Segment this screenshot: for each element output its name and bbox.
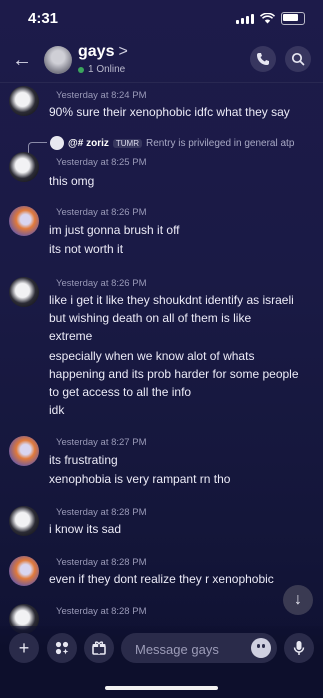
message-line: to get access to all the info <box>49 385 192 399</box>
message-line: its frustrating <box>49 453 118 467</box>
back-arrow-icon[interactable]: ← <box>10 48 34 72</box>
gift-button[interactable] <box>84 633 114 663</box>
message-timestamp: Yesterday at 8:25 PM <box>56 157 147 168</box>
plus-icon: + <box>18 637 30 658</box>
gift-icon <box>92 641 106 655</box>
status-bar: 4:31 <box>0 0 323 38</box>
message-line: like i get it like they shoukdnt identif… <box>49 293 294 307</box>
user-avatar[interactable] <box>9 506 39 536</box>
signal-icon <box>236 13 254 24</box>
message-timestamp: Yesterday at 8:28 PM <box>56 507 147 518</box>
message-timestamp: Yesterday at 8:28 PM <box>56 557 147 568</box>
message-line: idk <box>49 403 65 417</box>
status-icons <box>236 12 305 25</box>
apps-icon <box>55 641 69 655</box>
user-avatar[interactable] <box>9 556 39 586</box>
chat-header: ← gays > 1 Online <box>0 38 323 82</box>
message-timestamp: Yesterday at 8:26 PM <box>56 278 147 289</box>
channel-name: gays <box>78 43 115 60</box>
user-avatar[interactable] <box>9 277 39 307</box>
reply-reference[interactable]: @# zoriz TUMR Rentry is privileged in ge… <box>34 134 323 152</box>
message-line: xenophobia is very rampant rn tho <box>49 472 231 486</box>
scroll-to-bottom-button[interactable]: ↓ <box>283 585 313 615</box>
message-timestamp: Yesterday at 8:26 PM <box>56 207 147 218</box>
message-line: happening and its prob harder for some p… <box>49 367 299 381</box>
online-status: 1 Online <box>78 64 125 75</box>
message-line: 90% sure their xenophobic idfc what they… <box>49 105 290 119</box>
arrow-down-icon: ↓ <box>294 591 302 608</box>
search-button[interactable] <box>285 46 311 72</box>
message-line: especially when we know alot of whats <box>49 349 255 363</box>
message-timestamp: Yesterday at 8:24 PM <box>56 90 147 101</box>
user-avatar[interactable] <box>9 86 39 116</box>
message-line: even if they dont realize they r xenopho… <box>49 572 274 586</box>
call-button[interactable] <box>250 46 276 72</box>
group-avatar[interactable] <box>44 46 72 74</box>
reply-text: Rentry is privileged in general atp <box>145 137 295 149</box>
reply-tag: TUMR <box>112 138 142 148</box>
message-line: im just gonna brush it off <box>49 223 180 237</box>
online-count: 1 Online <box>88 64 126 75</box>
battery-icon <box>281 12 305 25</box>
message-line: i know its sad <box>49 522 122 536</box>
message-line: this omg <box>49 174 95 188</box>
message-line: extreme <box>49 329 93 343</box>
voice-message-button[interactable] <box>284 633 314 663</box>
wifi-icon <box>260 13 275 24</box>
reply-author: @# zoriz <box>68 137 109 149</box>
message-line: but wishing death on all of them is like <box>49 311 252 325</box>
reply-avatar <box>50 136 64 150</box>
message-line: its not worth it <box>49 242 124 256</box>
add-attachment-button[interactable]: + <box>9 633 39 663</box>
header-divider <box>0 82 323 83</box>
apps-button[interactable] <box>47 633 77 663</box>
user-avatar[interactable] <box>9 436 39 466</box>
status-time: 4:31 <box>28 10 59 27</box>
message-timestamp: Yesterday at 8:28 PM <box>56 606 147 617</box>
microphone-icon <box>293 641 305 655</box>
message-timestamp: Yesterday at 8:27 PM <box>56 437 147 448</box>
search-icon <box>291 52 305 66</box>
channel-title[interactable]: gays > <box>78 43 128 61</box>
home-indicator <box>105 686 218 690</box>
emoji-icon[interactable] <box>251 638 271 658</box>
message-input-wrapper <box>121 633 277 665</box>
phone-icon <box>257 53 269 65</box>
online-dot-icon <box>78 66 84 73</box>
message-input[interactable] <box>133 633 247 665</box>
user-avatar[interactable] <box>9 152 39 182</box>
chevron-right-icon: > <box>118 43 128 60</box>
user-avatar[interactable] <box>9 206 39 236</box>
